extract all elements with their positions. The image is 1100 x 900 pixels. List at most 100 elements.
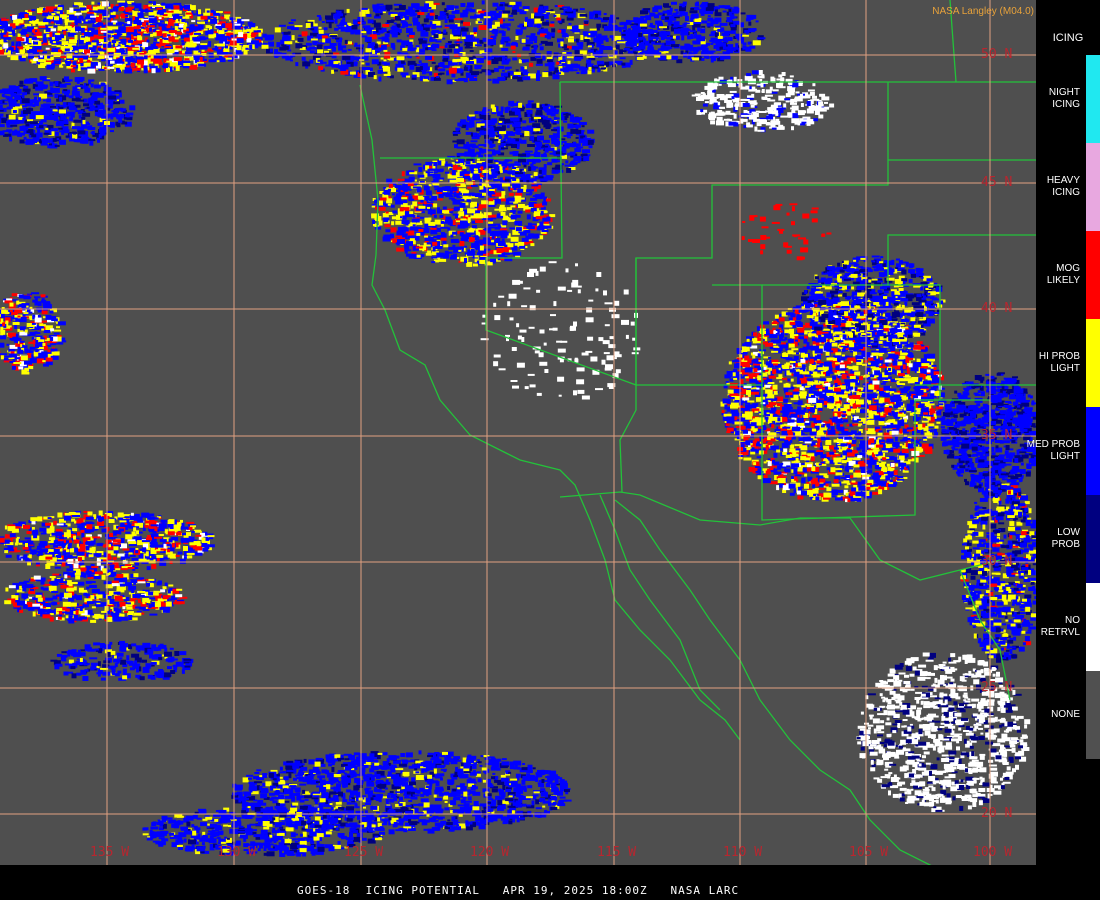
icing-pixel [89, 79, 94, 82]
icing-pixel [566, 56, 574, 59]
icing-pixel [660, 37, 665, 41]
icing-pixel [429, 12, 435, 16]
icing-pixel [521, 38, 526, 43]
icing-pixel [40, 84, 49, 88]
icing-pixel [433, 214, 437, 218]
icing-pixel [12, 14, 18, 20]
icing-pixel [143, 31, 147, 34]
icing-pixel [531, 184, 539, 187]
icing-pixel [455, 215, 458, 219]
icing-pixel [82, 112, 91, 117]
icing-pixel [31, 9, 36, 12]
icing-pixel [145, 8, 149, 13]
icing-pixel [165, 3, 174, 9]
icing-pixel [150, 58, 158, 62]
icing-pixel [650, 29, 658, 33]
icing-pixel [781, 72, 786, 76]
icing-pixel [545, 198, 551, 202]
icing-pixel [56, 33, 61, 36]
icing-pixel [80, 27, 85, 33]
icing-pixel [587, 45, 592, 48]
icing-pixel [10, 55, 19, 61]
icing-pixel [387, 6, 390, 12]
icing-pixel [561, 141, 567, 143]
icing-pixel [636, 17, 645, 22]
icing-pixel [50, 87, 54, 93]
icing-pixel [754, 126, 758, 132]
icing-pixel [402, 47, 408, 51]
icing-pixel [383, 220, 389, 223]
icing-pixel [200, 43, 208, 46]
icing-pixel [385, 211, 389, 214]
icing-pixel [664, 20, 671, 23]
icing-pixel [548, 135, 553, 138]
icing-pixel [651, 41, 656, 45]
icing-pixel [225, 23, 233, 29]
icing-pixel [391, 25, 397, 30]
icing-pixel [598, 64, 605, 67]
icing-pixel [381, 45, 386, 51]
icing-pixel [428, 221, 436, 226]
icing-pixel [645, 15, 652, 21]
icing-pixel [587, 70, 592, 75]
icing-pixel [455, 183, 461, 186]
icing-pixel [208, 41, 212, 46]
icing-pixel [71, 98, 77, 102]
icing-pixel [124, 45, 129, 47]
icing-pixel [38, 25, 46, 28]
icing-pixel [418, 167, 423, 172]
icing-pixel [103, 93, 109, 96]
icing-pixel [430, 227, 437, 230]
icing-pixel [515, 69, 519, 72]
icing-pixel [413, 18, 418, 22]
icing-pixel [379, 200, 383, 206]
icing-pixel [443, 57, 449, 62]
icing-pixel [66, 53, 73, 59]
icing-pixel [772, 89, 779, 92]
icing-pixel [527, 102, 532, 105]
icing-pixel [328, 23, 332, 29]
icing-pixel [723, 53, 731, 58]
icing-pixel [149, 27, 152, 32]
icing-pixel [420, 31, 429, 37]
icing-pixel [428, 236, 434, 242]
icing-pixel [465, 214, 469, 217]
icing-pixel [571, 144, 578, 148]
icing-pixel [594, 53, 603, 58]
icing-pixel [578, 41, 584, 47]
icing-pixel [537, 135, 544, 141]
icing-pixel [467, 217, 471, 223]
icing-pixel [705, 6, 714, 11]
icing-pixel [342, 17, 346, 23]
icing-pixel [148, 1, 153, 4]
icing-pixel [59, 104, 68, 107]
icing-pixel [482, 192, 486, 196]
icing-pixel [531, 49, 537, 54]
icing-pixel [674, 28, 680, 34]
icing-pixel [475, 210, 480, 214]
icing-pixel [573, 156, 582, 161]
icing-pixel [317, 49, 324, 54]
icing-pixel [344, 39, 348, 44]
icing-pixel [73, 16, 78, 19]
icing-pixel [436, 25, 443, 28]
icing-pixel [527, 100, 534, 103]
icing-pixel [481, 162, 486, 167]
icing-pixel [514, 123, 521, 128]
icing-pixel [533, 152, 540, 158]
icing-pixel [491, 59, 499, 64]
icing-pixel [733, 22, 740, 25]
icing-pixel [455, 128, 459, 132]
icing-pixel [680, 46, 685, 50]
icing-pixel [401, 233, 408, 238]
icing-pixel [70, 65, 76, 68]
icing-pixel [107, 107, 111, 111]
icing-pixel [225, 45, 228, 49]
icing-pixel [705, 11, 714, 15]
icing-pixel [251, 32, 256, 38]
icing-pixel [107, 90, 112, 94]
icing-pixel [450, 254, 456, 258]
icing-pixel [0, 119, 1, 124]
icing-pixel [460, 3, 466, 7]
icing-pixel [476, 231, 480, 234]
